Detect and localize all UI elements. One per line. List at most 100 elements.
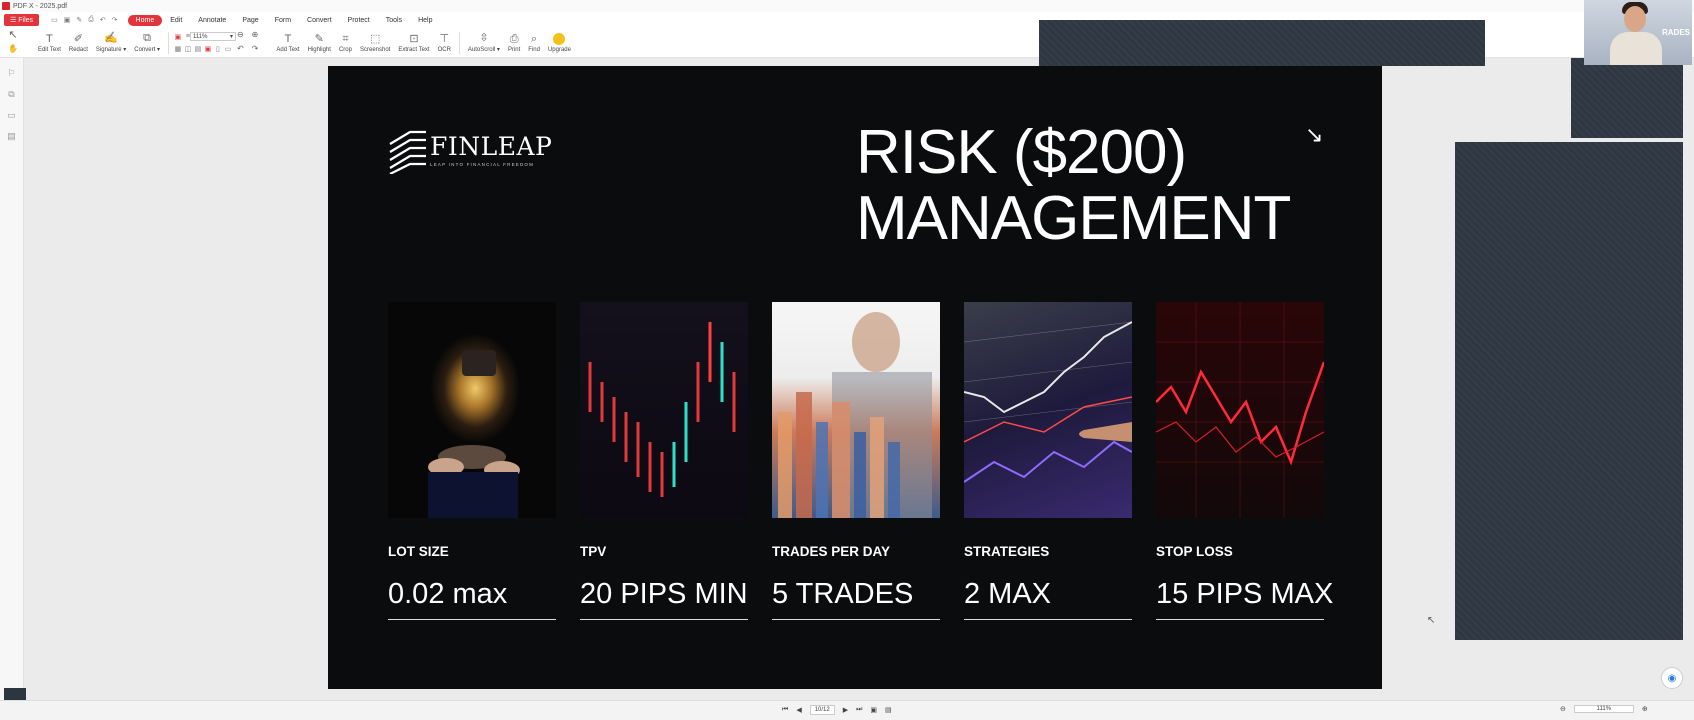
open-folder-icon[interactable]: ▭	[51, 16, 58, 24]
card-lot-size: LOT SIZE 0.02 max	[388, 302, 556, 620]
edit-icon[interactable]: ✎	[76, 16, 82, 24]
view-mode-tools: ▣ ≡ 111% ▾ ▦ ◫ ▤ ▣ ▯ ▭	[173, 31, 236, 55]
hamburger-icon: ☰	[10, 17, 17, 24]
zoom-out-button[interactable]: ⊖ ↶	[233, 29, 248, 57]
card-value: 0.02 max	[388, 578, 556, 620]
screenshot-button[interactable]: ⬚ Screenshot	[356, 29, 394, 57]
assistant-icon: ◉	[1667, 672, 1677, 684]
menu-annotate[interactable]: Annotate	[190, 15, 234, 26]
card-stop-loss: STOP LOSS 15 PIPS MAX	[1156, 302, 1333, 620]
next-page-icon[interactable]: ▶	[843, 706, 848, 714]
autoscroll-icon: ⇳	[479, 32, 489, 44]
card-image-tree-hands	[388, 302, 556, 518]
fit-width-icon[interactable]: ▤	[195, 45, 202, 53]
edit-text-icon: T	[46, 32, 53, 45]
card-image-businessman-city	[772, 302, 940, 518]
app-logo-icon	[2, 2, 10, 10]
menu-tools[interactable]: Tools	[378, 15, 410, 26]
print-icon[interactable]: ⎙	[88, 16, 94, 24]
redact-button[interactable]: ✐ Redact	[65, 29, 92, 57]
menu-page[interactable]: Page	[234, 15, 266, 26]
continuous-view-icon[interactable]: ▤	[885, 706, 892, 714]
extract-text-icon: ⊡	[409, 32, 419, 45]
select-tool[interactable]: ↖ ✋	[4, 29, 22, 57]
title-bar: PDF X - 2025.pdf	[0, 0, 1694, 12]
toolbar-divider	[167, 31, 169, 54]
presenter-body	[1610, 32, 1662, 65]
undo-view-icon: ↶	[236, 43, 244, 53]
zoom-level-field[interactable]: 111%	[1573, 705, 1634, 713]
undo-icon[interactable]: ↶	[100, 16, 106, 24]
rotate-icon[interactable]: ◫	[185, 45, 192, 53]
page-number-input[interactable]: 10/12	[809, 705, 835, 715]
upgrade-button[interactable]: Upgrade	[544, 29, 575, 57]
single-page-icon[interactable]: ▣	[175, 33, 182, 41]
zoom-out-icon[interactable]: ⊖	[1560, 705, 1566, 713]
card-image-chart-screen-finger	[964, 302, 1132, 518]
autoscroll-button[interactable]: ⇳ AutoScroll ▾	[464, 29, 504, 57]
printer-icon: ⎙	[509, 32, 519, 45]
find-button[interactable]: ⌕ Find	[524, 29, 544, 57]
highlight-button[interactable]: ✎ Highlight	[304, 29, 335, 57]
card-image-candlestick-chart	[580, 302, 748, 518]
save-icon[interactable]: ▣	[64, 16, 71, 24]
card-label: TPV	[580, 544, 607, 559]
card-value: 20 PIPS MIN	[580, 578, 748, 620]
prev-page-icon[interactable]: ◀	[796, 706, 801, 714]
pages-icon[interactable]: ⧉	[8, 89, 14, 100]
webcam-brand-text: RADES	[1662, 28, 1691, 37]
ocr-button[interactable]: ⊤ OCR	[434, 29, 455, 57]
businessman-illustration	[778, 312, 932, 518]
menu-home[interactable]: Home	[127, 14, 163, 26]
dark-overlay-panel-top	[1039, 20, 1485, 66]
cursor-icon: ↖	[8, 28, 18, 41]
headline-line-2: MANAGEMENT	[856, 184, 1291, 253]
mouse-cursor-icon: ↖	[1427, 615, 1436, 626]
continuous-icon[interactable]: ▯	[216, 45, 220, 53]
comment-icon[interactable]: ▭	[7, 110, 16, 121]
card-label: STRATEGIES	[964, 544, 1050, 559]
last-page-icon[interactable]: ⏭	[856, 706, 862, 714]
menu-convert[interactable]: Convert	[299, 15, 340, 26]
window-title: PDF X - 2025.pdf	[13, 2, 68, 10]
logo-chevrons-icon	[389, 130, 426, 174]
zoom-in-button[interactable]: ⊕ ↷	[248, 29, 263, 57]
edit-text-button[interactable]: T Edit Text	[34, 29, 65, 57]
redo-view-icon: ↷	[251, 43, 259, 53]
menu-edit[interactable]: Edit	[162, 15, 190, 26]
bookmark-icon[interactable]: ⚐	[7, 68, 15, 79]
extract-text-button[interactable]: ⊡ Extract Text	[394, 29, 433, 57]
redo-icon[interactable]: ↷	[112, 16, 118, 24]
hands-illustration	[428, 350, 520, 518]
zoom-in-icon[interactable]: ⊕	[1642, 705, 1648, 713]
single-page-view-icon[interactable]: ▣	[870, 706, 877, 714]
menu-protect[interactable]: Protect	[340, 15, 378, 26]
assistant-floating-button[interactable]: ◉	[1661, 667, 1683, 689]
menu-help[interactable]: Help	[410, 15, 440, 26]
signature-button[interactable]: ✍ Signature ▾	[92, 29, 130, 57]
dark-overlay-panel-large	[1455, 142, 1683, 640]
add-text-button[interactable]: T Add Text	[272, 29, 303, 57]
add-text-icon: T	[284, 32, 292, 45]
presenter-head	[1624, 6, 1646, 32]
card-label: LOT SIZE	[388, 544, 449, 559]
crop-button[interactable]: ⌗ Crop	[335, 29, 356, 57]
menu-form[interactable]: Form	[267, 15, 299, 26]
files-button[interactable]: ☰ Files	[4, 14, 40, 26]
headline-line-1: RISK ($200)	[856, 118, 1187, 187]
card-value: 15 PIPS MAX	[1156, 578, 1333, 620]
quick-access-toolbar: ▭ ▣ ✎ ⎙ ↶ ↷	[51, 16, 117, 24]
zoom-select[interactable]: 111% ▾	[189, 32, 236, 41]
fit-page-icon[interactable]: ▣	[205, 45, 212, 53]
thumbnail-icon[interactable]: ▦	[175, 45, 182, 53]
print-button[interactable]: ⎙ Print	[504, 29, 524, 57]
logo-text: FINLEAP	[430, 132, 553, 161]
attachment-icon[interactable]: ▤	[7, 131, 16, 142]
ocr-icon: ⊤	[439, 32, 450, 45]
card-label: TRADES PER DAY	[772, 544, 891, 559]
red-chart-illustration	[1156, 302, 1324, 518]
hand-icon: ✋	[8, 43, 18, 53]
two-page-icon[interactable]: ▭	[225, 45, 232, 53]
first-page-icon[interactable]: ⏮	[782, 706, 788, 714]
convert-button[interactable]: ⧉ Convert ▾	[130, 29, 164, 57]
